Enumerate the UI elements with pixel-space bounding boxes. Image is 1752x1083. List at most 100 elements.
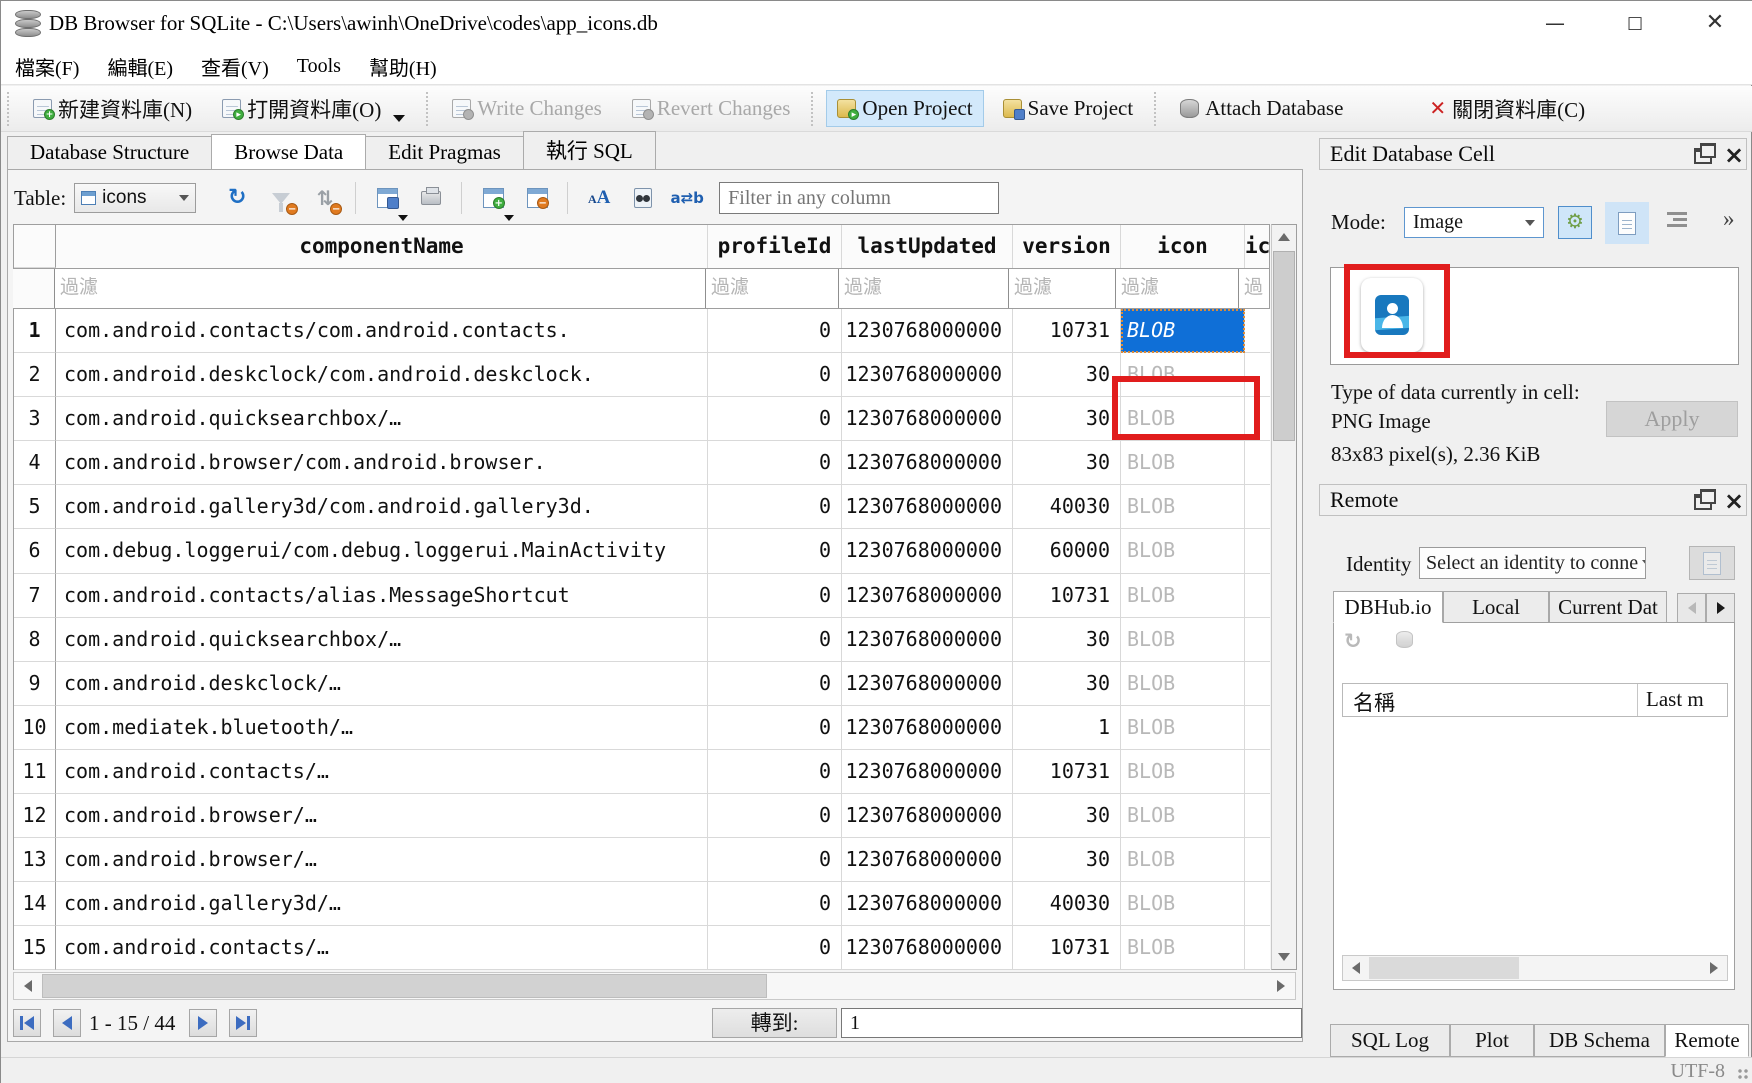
export-text-button[interactable] xyxy=(1605,202,1649,244)
cell-lastUpdated[interactable]: 1230768000000 xyxy=(842,882,1013,926)
horizontal-scroll-thumb[interactable] xyxy=(42,974,767,998)
scroll-up-button[interactable] xyxy=(1272,225,1296,249)
goto-record-input[interactable]: 1 xyxy=(841,1008,1302,1038)
cell-lastUpdated[interactable]: 1230768000000 xyxy=(842,794,1013,838)
close-dock-icon[interactable]: × xyxy=(1724,493,1742,509)
cell-componentName[interactable]: com.android.contacts/… xyxy=(56,926,708,970)
insert-record-button[interactable]: + xyxy=(478,183,508,213)
cell-profileId[interactable]: 0 xyxy=(708,926,842,970)
filter-componentName[interactable]: 過濾 xyxy=(54,269,706,308)
bottom-tab-plot[interactable]: Plot xyxy=(1450,1024,1534,1057)
cell-lastUpdated[interactable]: 1230768000000 xyxy=(842,574,1013,618)
table-selector-combobox[interactable]: icons xyxy=(74,183,196,213)
cell-partial[interactable] xyxy=(1245,750,1270,794)
tab-browse-data[interactable]: Browse Data xyxy=(211,134,366,169)
cell-profileId[interactable]: 0 xyxy=(708,574,842,618)
filter-partial[interactable]: 過濾 xyxy=(1238,269,1263,308)
cell-partial[interactable] xyxy=(1245,794,1270,838)
cell-componentName[interactable]: com.android.browser/… xyxy=(56,838,708,882)
cell-profileId[interactable]: 0 xyxy=(708,662,842,706)
cell-lastUpdated[interactable]: 1230768000000 xyxy=(842,838,1013,882)
cell-partial[interactable] xyxy=(1245,309,1270,353)
cell-lastUpdated[interactable]: 1230768000000 xyxy=(842,662,1013,706)
cell-profileId[interactable]: 0 xyxy=(708,750,842,794)
cell-partial[interactable] xyxy=(1245,706,1270,750)
cell-componentName[interactable]: com.mediatek.bluetooth/… xyxy=(56,706,708,750)
cell-icon-blob[interactable]: BLOB xyxy=(1121,574,1245,618)
menu-help[interactable]: 幫助(H) xyxy=(355,52,451,81)
cell-partial[interactable] xyxy=(1245,529,1270,573)
print-button[interactable] xyxy=(416,183,446,213)
remote-tab-dbhub[interactable]: DBHub.io xyxy=(1333,591,1443,623)
menu-edit[interactable]: 編輯(E) xyxy=(93,52,187,81)
cell-icon-blob[interactable]: BLOB xyxy=(1121,441,1245,485)
cell-version[interactable]: 30 xyxy=(1013,618,1121,662)
cell-componentName[interactable]: com.android.quicksearchbox/… xyxy=(56,618,708,662)
remote-horizontal-scrollbar[interactable] xyxy=(1342,955,1728,981)
refresh-icon[interactable]: ↻ xyxy=(1344,631,1362,652)
cell-version[interactable]: 10731 xyxy=(1013,926,1121,970)
bottom-tab-remote[interactable]: Remote xyxy=(1665,1024,1749,1057)
attach-database-button[interactable]: Attach Database xyxy=(1169,90,1354,127)
apply-button[interactable]: Apply xyxy=(1606,401,1738,437)
cell-version[interactable]: 30 xyxy=(1013,794,1121,838)
float-dock-icon[interactable] xyxy=(1694,494,1712,510)
cell-profileId[interactable]: 0 xyxy=(708,706,842,750)
cell-lastUpdated[interactable]: 1230768000000 xyxy=(842,441,1013,485)
close-button[interactable]: ✕ xyxy=(1689,1,1741,45)
cell-version[interactable]: 40030 xyxy=(1013,485,1121,529)
identity-combobox[interactable]: Select an identity to conne xyxy=(1419,547,1646,579)
cell-profileId[interactable]: 0 xyxy=(708,838,842,882)
bottom-tab-db-schema[interactable]: DB Schema xyxy=(1534,1024,1665,1057)
cell-partial[interactable] xyxy=(1245,397,1270,441)
cell-profileId[interactable]: 0 xyxy=(708,485,842,529)
cell-lastUpdated[interactable]: 1230768000000 xyxy=(842,353,1013,397)
cell-componentName[interactable]: com.android.quicksearchbox/… xyxy=(56,397,708,441)
maximize-button[interactable]: □ xyxy=(1609,1,1661,45)
database-push-icon[interactable] xyxy=(1396,631,1413,648)
cell-version[interactable]: 10731 xyxy=(1013,574,1121,618)
close-database-button[interactable]: ✕ 關閉資料庫(C) xyxy=(1418,88,1596,130)
column-header-profileId[interactable]: profileId xyxy=(708,225,842,268)
cell-componentName[interactable]: com.android.deskclock/… xyxy=(56,662,708,706)
cell-partial[interactable] xyxy=(1245,441,1270,485)
replace-button[interactable]: a⇄b xyxy=(672,183,702,213)
cell-icon-blob[interactable]: BLOB xyxy=(1121,706,1245,750)
cell-componentName[interactable]: com.android.gallery3d/… xyxy=(56,882,708,926)
cell-icon-blob[interactable]: BLOB xyxy=(1121,353,1245,397)
remote-column-last-modified[interactable]: Last m xyxy=(1638,684,1727,716)
cell-componentName[interactable]: com.android.contacts/alias.MessageShortc… xyxy=(56,574,708,618)
column-header-version[interactable]: version xyxy=(1013,225,1121,268)
column-header-lastUpdated[interactable]: lastUpdated xyxy=(842,225,1013,268)
cell-icon-blob[interactable]: BLOB xyxy=(1121,397,1245,441)
column-header-partial[interactable]: ic xyxy=(1245,225,1270,268)
filter-any-column-input[interactable] xyxy=(719,182,999,214)
previous-record-button[interactable] xyxy=(53,1009,81,1037)
cell-profileId[interactable]: 0 xyxy=(708,618,842,662)
cell-icon-blob[interactable]: BLOB xyxy=(1121,529,1245,573)
scroll-left-button[interactable] xyxy=(1344,956,1368,980)
cell-version[interactable]: 60000 xyxy=(1013,529,1121,573)
filter-lastUpdated[interactable]: 過濾 xyxy=(838,269,1009,308)
column-header-icon[interactable]: icon xyxy=(1121,225,1245,268)
remote-tab-local[interactable]: Local xyxy=(1443,591,1549,623)
tab-scroll-right-button[interactable] xyxy=(1706,593,1735,623)
tab-execute-sql[interactable]: 執行 SQL xyxy=(523,131,656,169)
remote-column-name[interactable]: 名稱 xyxy=(1343,684,1638,716)
first-record-button[interactable] xyxy=(13,1009,41,1037)
tab-edit-pragmas[interactable]: Edit Pragmas xyxy=(365,136,524,169)
cell-profileId[interactable]: 0 xyxy=(708,353,842,397)
save-table-dropdown-arrow[interactable] xyxy=(398,215,408,221)
cell-profileId[interactable]: 0 xyxy=(708,529,842,573)
cell-lastUpdated[interactable]: 1230768000000 xyxy=(842,529,1013,573)
open-project-button[interactable]: ▸ Open Project xyxy=(826,90,983,127)
cell-version[interactable]: 10731 xyxy=(1013,309,1121,353)
column-header-componentName[interactable]: componentName xyxy=(56,225,708,268)
remote-tab-current-database[interactable]: Current Dat xyxy=(1549,591,1667,623)
cell-lastUpdated[interactable]: 1230768000000 xyxy=(842,309,1013,353)
clear-filters-button[interactable]: − xyxy=(266,183,296,213)
next-record-button[interactable] xyxy=(189,1009,217,1037)
more-tools-chevron[interactable]: » xyxy=(1723,206,1735,232)
menu-view[interactable]: 查看(V) xyxy=(187,52,283,81)
cell-profileId[interactable]: 0 xyxy=(708,794,842,838)
